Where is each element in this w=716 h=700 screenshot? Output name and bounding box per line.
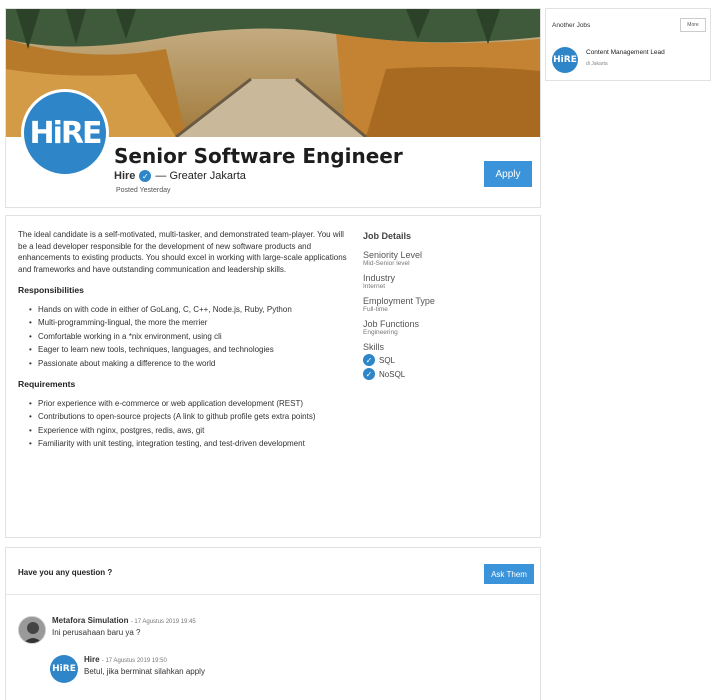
avatar[interactable] xyxy=(18,616,46,644)
job-details: Job Details Seniority Level Mid-Senior l… xyxy=(363,231,533,380)
apply-button[interactable]: Apply xyxy=(484,161,532,187)
employment-type-value: Full-time xyxy=(363,306,388,313)
company-name[interactable]: Hire xyxy=(114,170,135,182)
list-item: Multi-programming-lingual, the more the … xyxy=(29,317,348,329)
questions-heading: Have you any question ? xyxy=(18,568,113,577)
ask-them-button[interactable]: Ask Them xyxy=(484,564,534,584)
employment-type-label: Employment Type xyxy=(363,296,435,306)
divider xyxy=(6,594,540,595)
comment-author[interactable]: Metafora Simulation xyxy=(52,616,128,625)
description-body: The ideal candidate is a self-motivated,… xyxy=(18,229,348,452)
company-logo[interactable]: HiRE xyxy=(21,89,109,177)
industry-label: Industry xyxy=(363,273,396,283)
requirements-list: Prior experience with e-commerce or web … xyxy=(18,398,348,450)
comment-meta: Hire - 17 Agustus 2019 19:50 xyxy=(84,655,205,664)
another-job-location: di Jakarta xyxy=(586,61,608,67)
posted-time: Posted Yesterday xyxy=(116,187,171,194)
job-functions-label: Job Functions xyxy=(363,319,420,329)
comment-date: - 17 Agustus 2019 19:45 xyxy=(130,619,196,625)
comment-reply: HiRE Hire - 17 Agustus 2019 19:50 Betul,… xyxy=(50,655,205,683)
company-line: Hire ✓ — Greater Jakarta xyxy=(114,170,246,182)
job-location: — Greater Jakarta xyxy=(155,170,246,182)
list-item: Hands on with code in either of GoLang, … xyxy=(29,304,348,316)
comment-text: Betul, jika berminat silahkan apply xyxy=(84,667,205,676)
verified-icon: ✓ xyxy=(139,170,152,182)
job-functions-value: Engineering xyxy=(363,329,398,336)
list-item: Comfortable working in a *nix environmen… xyxy=(29,331,348,343)
responsibilities-heading: Responsibilities xyxy=(18,285,84,295)
seniority-value: Mid-Senior level xyxy=(363,260,410,267)
comment-meta: Metafora Simulation - 17 Agustus 2019 19… xyxy=(52,616,196,625)
job-title: Senior Software Engineer xyxy=(114,144,403,168)
job-header-card: HiRE Senior Software Engineer Hire ✓ — G… xyxy=(5,8,541,208)
list-item: Passionate about making a difference to … xyxy=(29,358,348,370)
skill-name: SQL xyxy=(379,355,396,365)
list-item: Prior experience with e-commerce or web … xyxy=(29,398,348,410)
industry-value: Internet xyxy=(363,283,386,290)
requirements-heading: Requirements xyxy=(18,379,76,389)
company-logo-text: HiRE xyxy=(29,115,103,151)
list-item: Contributions to open-source projects (A… xyxy=(29,411,348,423)
another-job-title[interactable]: Content Management Lead xyxy=(586,49,665,56)
comment-author[interactable]: Hire xyxy=(84,655,100,664)
check-icon: ✓ xyxy=(363,354,375,366)
comment: Metafora Simulation - 17 Agustus 2019 19… xyxy=(18,616,196,644)
questions-card: Have you any question ? Ask Them Metafor… xyxy=(5,547,541,700)
comment-text: Ini perusahaan baru ya ? xyxy=(52,628,141,637)
comment-date: - 17 Agustus 2019 19:50 xyxy=(101,658,167,664)
avatar[interactable]: HiRE xyxy=(50,655,78,683)
skill-name: NoSQL xyxy=(379,369,406,379)
company-logo[interactable]: HiRE xyxy=(552,47,578,73)
skill-item: ✓ NoSQL xyxy=(363,368,533,380)
more-button[interactable]: More xyxy=(680,18,706,32)
list-item: Familiarity with unit testing, integrati… xyxy=(29,438,348,450)
list-item: Eager to learn new tools, techniques, la… xyxy=(29,344,348,356)
job-details-heading: Job Details xyxy=(363,231,412,241)
description-intro: The ideal candidate is a self-motivated,… xyxy=(18,230,347,274)
skills-label: Skills xyxy=(363,342,385,352)
another-jobs-heading: Another Jobs xyxy=(552,22,591,29)
skill-item: ✓ SQL xyxy=(363,354,533,366)
job-description-card: The ideal candidate is a self-motivated,… xyxy=(5,215,541,538)
responsibilities-list: Hands on with code in either of GoLang, … xyxy=(18,304,348,370)
another-jobs-card: Another Jobs More HiRE Content Managemen… xyxy=(545,8,711,81)
check-icon: ✓ xyxy=(363,368,375,380)
seniority-label: Seniority Level xyxy=(363,250,423,260)
list-item: Experience with nginx, postgres, redis, … xyxy=(29,425,348,437)
